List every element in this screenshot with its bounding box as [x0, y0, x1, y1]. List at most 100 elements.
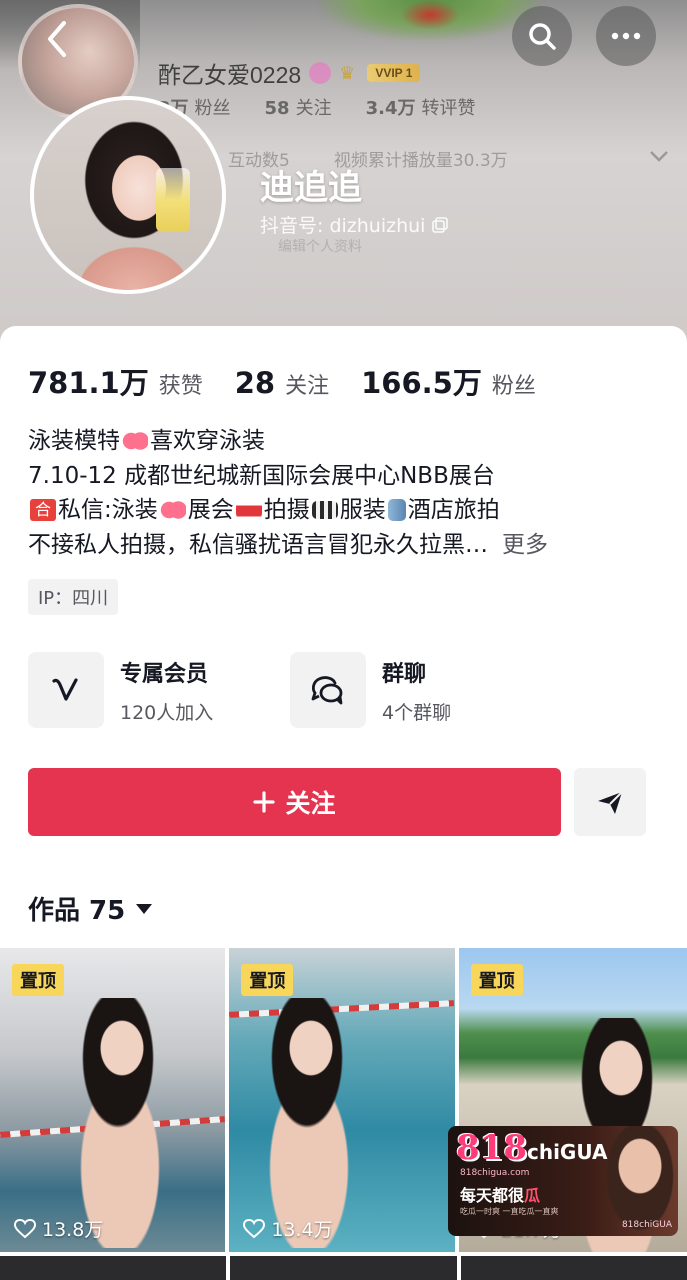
stat-label: 关注 [285, 374, 330, 399]
he-emoji-icon: 合 [30, 499, 56, 522]
avatar[interactable] [30, 96, 226, 294]
stat-likes[interactable]: 781.1万 获赞 [28, 360, 203, 402]
caret-down-icon [136, 903, 153, 914]
watermark-slogan-text: 每天都很 [460, 1186, 525, 1205]
avatar-detail [156, 168, 190, 232]
entry-title: 专属会员 [120, 661, 209, 687]
share-button[interactable] [574, 768, 646, 836]
entry-text: 群聊 4个群聊 [382, 652, 451, 728]
site-watermark: 818chiGUA 818chigua.com 每天都很瓜 吃瓜一时爽 一直吃瓜… [448, 1126, 678, 1236]
more-options-button[interactable] [596, 6, 656, 66]
ghost-stat: 58 关注 [264, 98, 332, 119]
video-thumbnail[interactable] [0, 1256, 227, 1280]
follow-label: 关注 [285, 790, 336, 818]
stat-followers[interactable]: 166.5万 粉丝 [361, 360, 536, 402]
heart-icon [243, 1218, 266, 1238]
douyin-id[interactable]: 抖音号: dizhuizhui [260, 211, 449, 238]
car-emoji-icon [235, 499, 262, 522]
pinned-badge: 置顶 [470, 964, 523, 996]
profile-cover: 酢乙女爱0228 ♛ VVIP 1 3万粉丝 58关注 3.4万转评赞 互动数5… [0, 0, 687, 345]
group-chat-entry[interactable]: 群聊 4个群聊 [290, 652, 451, 728]
bio-text: 拍摄 [263, 497, 310, 523]
entry-icon-box [28, 652, 104, 728]
follow-button[interactable]: 关注 [28, 768, 561, 836]
douyin-id-text: 抖音号: dizhuizhui [260, 215, 426, 237]
plus-icon [253, 791, 276, 813]
video-thumbnail[interactable] [460, 1256, 687, 1280]
crown-icon: ♛ [339, 62, 356, 83]
display-name: 迪追追 [260, 168, 362, 208]
like-count: 13.8万 [14, 1215, 103, 1242]
tab-works-label: 作品 75 [28, 896, 126, 926]
send-arrow-icon [598, 791, 623, 814]
bio-line: 不接私人拍摄，私信骚扰语言冒犯永久拉黑… 更多 [28, 528, 668, 563]
clapperboard-emoji-icon [311, 501, 338, 520]
video-thumbnail[interactable]: 置顶 13.4万 [229, 948, 455, 1252]
profile-stats: 781.1万 获赞 28 关注 166.5万 粉丝 [28, 360, 536, 402]
stat-label: 获赞 [158, 374, 203, 399]
thumbnail-figure [60, 998, 180, 1248]
bio-text: 喜欢穿泳装 [150, 428, 265, 454]
works-grid-next-row [0, 1256, 687, 1280]
watermark-badge: 818chiGUA [621, 1220, 672, 1230]
bikini-emoji-icon [122, 430, 148, 453]
verified-icon [309, 62, 332, 84]
ghost-stat: 3.4万 转评赞 [365, 98, 476, 119]
thumbnail-figure [249, 998, 370, 1248]
search-button[interactable] [512, 6, 572, 66]
bio-text: 泳装模特 [28, 428, 120, 454]
ghost-username: 酢乙女爱0228 ♛ VVIP 1 [158, 56, 421, 90]
like-count: 13.4万 [243, 1215, 333, 1242]
watermark-slogan: 每天都很瓜 [460, 1182, 540, 1206]
bio-more-link[interactable]: 更多 [502, 528, 548, 563]
bikini-emoji-icon [159, 499, 186, 522]
membership-v-icon [52, 678, 78, 701]
entry-subtitle: 4个群聊 [382, 701, 452, 724]
bio-text: 展会 [187, 497, 234, 523]
bio-text: 酒店旅拍 [407, 497, 500, 523]
bio-line: 合 私信:泳装 展会 拍摄 服装 酒店旅拍 [28, 493, 668, 528]
search-icon [529, 23, 556, 50]
copy-icon[interactable] [431, 216, 449, 234]
watermark-subtitle: 吃瓜一时爽 一直吃瓜一直爽 [460, 1207, 559, 1216]
more-icon [611, 32, 641, 40]
entry-title: 群聊 [382, 661, 427, 687]
entry-subtitle: 120人加入 [120, 701, 214, 724]
bio-text: 服装 [339, 497, 386, 523]
bio[interactable]: 泳装模特 喜欢穿泳装 7.10-12 成都世纪城新国际会展中心NBB展台 合 私… [28, 424, 668, 562]
ghost-stats: 3万粉丝 58关注 3.4万转评赞 [158, 94, 475, 120]
ip-location-tag: IP：四川 [28, 579, 119, 615]
heart-icon [14, 1218, 36, 1238]
stat-value: 781.1万 [28, 366, 149, 400]
like-count-text: 13.4万 [271, 1219, 333, 1241]
back-button[interactable] [30, 12, 84, 66]
exclusive-membership-entry[interactable]: 专属会员 120人加入 [28, 652, 213, 728]
bio-text: 私信:泳装 [58, 497, 158, 523]
vvip-badge: VVIP 1 [367, 64, 421, 82]
entry-icon-box [290, 652, 366, 728]
ghost-username-text: 酢乙女爱0228 [158, 62, 302, 88]
bio-line: 7.10-12 成都世纪城新国际会展中心NBB展台 [28, 459, 668, 494]
bio-text: 不接私人拍摄，私信骚扰语言冒犯永久拉黑… [28, 531, 488, 558]
video-thumbnail[interactable]: 置顶 13.8万 [0, 948, 226, 1252]
stat-value: 28 [234, 366, 276, 400]
bio-line: 泳装模特 喜欢穿泳装 [28, 424, 668, 459]
cover-decoration [400, 0, 460, 30]
entry-text: 专属会员 120人加入 [120, 652, 213, 728]
chevron-down-icon [650, 151, 668, 162]
watermark-slogan-accent: 瓜 [524, 1186, 541, 1205]
tab-works[interactable]: 作品 75 [28, 890, 153, 927]
stat-following[interactable]: 28 关注 [235, 366, 329, 400]
pinned-badge: 置顶 [12, 964, 64, 996]
watermark-url: 818chigua.com [460, 1168, 530, 1178]
chevron-left-icon [48, 21, 66, 57]
video-thumbnail[interactable] [230, 1256, 457, 1280]
ghost-edit-profile: 编辑个人资料 [278, 239, 362, 255]
watermark-logo: 818chiGUA [456, 1128, 607, 1168]
stat-label: 粉丝 [491, 374, 536, 399]
suit-emoji-icon [387, 499, 406, 522]
stat-value: 166.5万 [361, 366, 482, 400]
chat-bubbles-icon [311, 676, 343, 705]
like-count-text: 13.8万 [42, 1219, 104, 1241]
bio-text: 7.10-12 成都世纪城新国际会展中心NBB展台 [28, 462, 495, 489]
